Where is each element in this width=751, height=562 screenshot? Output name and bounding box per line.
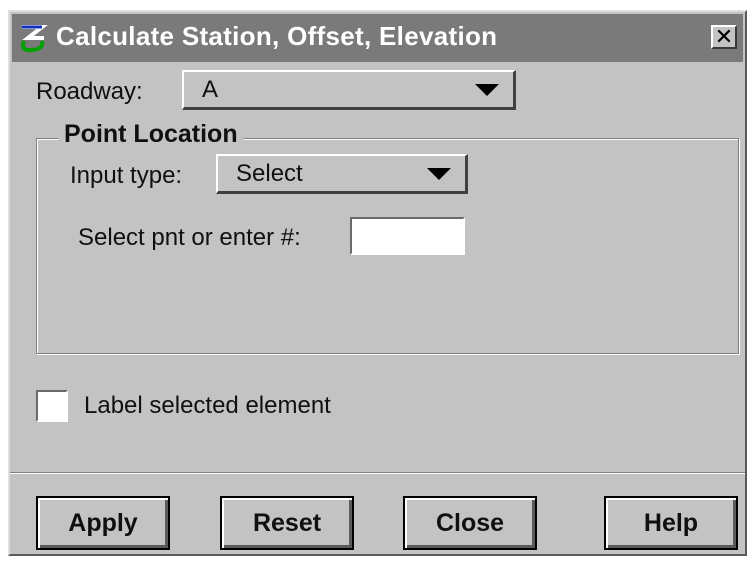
help-button[interactable]: Help bbox=[604, 496, 738, 550]
roadway-dropdown[interactable]: A bbox=[182, 70, 516, 110]
title-bar[interactable]: Calculate Station, Offset, Elevation ✕ bbox=[12, 14, 743, 62]
point-number-input[interactable] bbox=[350, 217, 465, 255]
roadway-label: Roadway: bbox=[36, 78, 143, 105]
reset-button[interactable]: Reset bbox=[220, 496, 354, 550]
input-type-dropdown[interactable]: Select bbox=[216, 154, 468, 194]
button-separator bbox=[10, 472, 745, 474]
input-type-label: Input type: bbox=[70, 162, 183, 189]
select-point-label: Select pnt or enter #: bbox=[78, 224, 301, 251]
roadway-value: A bbox=[202, 76, 219, 103]
point-location-title: Point Location bbox=[58, 120, 244, 149]
label-selected-element-checkbox[interactable] bbox=[36, 390, 68, 422]
label-selected-element-label: Label selected element bbox=[84, 392, 331, 419]
window-title: Calculate Station, Offset, Elevation bbox=[56, 21, 498, 51]
dropdown-arrow-icon bbox=[475, 84, 499, 96]
apply-button[interactable]: Apply bbox=[36, 496, 170, 550]
dropdown-arrow-icon bbox=[427, 168, 451, 180]
geopak-logo-icon bbox=[18, 23, 48, 53]
close-icon: ✕ bbox=[714, 24, 734, 49]
close-button[interactable]: Close bbox=[403, 496, 537, 550]
calculate-station-dialog: Calculate Station, Offset, Elevation ✕ R… bbox=[8, 10, 747, 556]
input-type-value: Select bbox=[236, 160, 303, 187]
close-window-button[interactable]: ✕ bbox=[711, 25, 737, 49]
